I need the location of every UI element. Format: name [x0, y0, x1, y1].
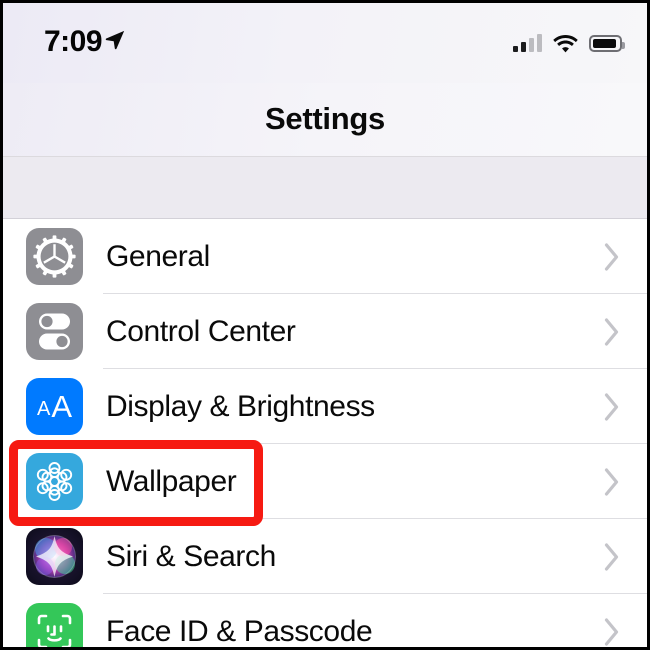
status-bar-time: 7:09: [44, 25, 103, 58]
list-item-label: Siri & Search: [106, 539, 276, 573]
wifi-icon: [553, 34, 578, 52]
status-bar: 7:09: [3, 3, 647, 83]
settings-list: General Control Center A A Display & Bri…: [3, 219, 647, 648]
section-separator: [3, 156, 647, 219]
list-item-display-brightness[interactable]: AA Display & Brightness: [3, 369, 647, 444]
list-item-label: Wallpaper: [106, 464, 237, 498]
list-item-general[interactable]: General: [3, 219, 647, 294]
chevron-right-icon: [604, 392, 619, 421]
chevron-right-icon: [604, 542, 619, 571]
status-bar-indicators: [513, 31, 625, 55]
battery-icon: [589, 34, 625, 52]
chevron-right-icon: [604, 617, 619, 646]
phone-screen: 7:09 Settings General Control Center A A…: [0, 0, 650, 650]
navigation-bar: Settings: [3, 83, 647, 156]
text-size-aa-icon: AA: [26, 378, 83, 435]
list-item-wallpaper[interactable]: Wallpaper: [3, 444, 647, 519]
location-arrow-icon: [105, 30, 125, 50]
list-item-face-id-passcode[interactable]: Face ID & Passcode: [3, 594, 647, 648]
list-item-siri-search[interactable]: Siri & Search: [3, 519, 647, 594]
list-item-control-center[interactable]: Control Center: [3, 294, 647, 369]
chevron-right-icon: [604, 467, 619, 496]
cellular-signal-icon: [513, 34, 542, 52]
flower-rosette-icon: [26, 453, 83, 510]
toggles-icon: [26, 303, 83, 360]
siri-orb-icon: [26, 528, 83, 585]
face-id-icon: [26, 603, 83, 647]
chevron-right-icon: [604, 317, 619, 346]
gear-icon: [26, 228, 83, 285]
list-item-label: Control Center: [106, 314, 296, 348]
chevron-right-icon: [604, 242, 619, 271]
list-item-label: Display & Brightness: [106, 389, 375, 423]
page-title: Settings: [265, 101, 385, 136]
list-item-label: General: [106, 239, 210, 273]
list-item-label: Face ID & Passcode: [106, 614, 373, 648]
